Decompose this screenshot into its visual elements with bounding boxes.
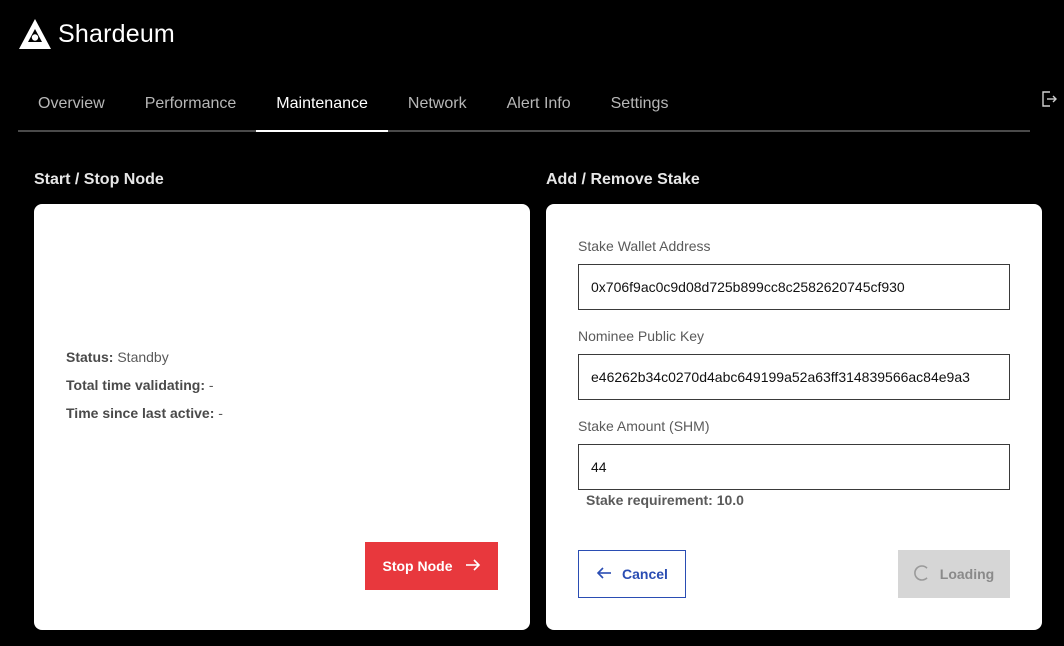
tab-maintenance[interactable]: Maintenance <box>256 80 388 132</box>
dashboard-page: Shardeum Overview Performance Maintenanc… <box>0 0 1064 646</box>
last-active-value: - <box>218 405 223 421</box>
total-time-row: Total time validating: - <box>66 376 223 404</box>
stake-amount-input[interactable] <box>578 444 1010 490</box>
node-status-block: Status: Standby Total time validating: -… <box>66 348 223 432</box>
total-time-label: Total time validating: <box>66 377 205 393</box>
stop-node-button[interactable]: Stop Node <box>365 542 498 590</box>
tab-network[interactable]: Network <box>388 80 487 130</box>
node-section-title: Start / Stop Node <box>34 171 164 188</box>
nominee-key-label: Nominee Public Key <box>578 328 705 344</box>
cancel-button[interactable]: Cancel <box>578 550 686 598</box>
last-active-label: Time since last active: <box>66 405 215 421</box>
logout-icon[interactable] <box>1040 90 1058 108</box>
tab-settings[interactable]: Settings <box>591 80 689 130</box>
brand-name: Shardeum <box>58 19 175 48</box>
stake-section-title: Add / Remove Stake <box>546 171 700 188</box>
status-value: Standby <box>117 349 169 365</box>
cancel-label: Cancel <box>622 566 668 582</box>
status-row: Status: Standby <box>66 348 223 376</box>
total-time-value: - <box>208 377 214 393</box>
status-label: Status: <box>66 349 114 365</box>
wallet-address-label: Stake Wallet Address <box>578 238 711 254</box>
main-tabs: Overview Performance Maintenance Network… <box>18 80 1030 132</box>
nominee-key-input[interactable] <box>578 354 1010 400</box>
arrow-right-icon <box>465 558 481 575</box>
shardeum-logo-icon <box>18 18 52 50</box>
wallet-address-input[interactable] <box>578 264 1010 310</box>
stop-node-label: Stop Node <box>382 558 453 574</box>
last-active-row: Time since last active: - <box>66 404 223 432</box>
tab-performance[interactable]: Performance <box>125 80 257 130</box>
tab-alert-info[interactable]: Alert Info <box>487 80 591 130</box>
stake-form-card: Stake Wallet Address Nominee Public Key … <box>546 204 1042 630</box>
spinner-icon <box>913 564 930 584</box>
arrow-left-icon <box>596 566 612 583</box>
brand[interactable]: Shardeum <box>18 18 175 50</box>
loading-label: Loading <box>939 566 995 582</box>
loading-button[interactable]: Loading <box>898 550 1010 598</box>
node-control-card: Status: Standby Total time validating: -… <box>34 204 530 630</box>
tab-overview[interactable]: Overview <box>18 80 125 130</box>
stake-amount-label: Stake Amount (SHM) <box>578 418 710 434</box>
stake-requirement-text: Stake requirement: 10.0 <box>586 492 744 508</box>
